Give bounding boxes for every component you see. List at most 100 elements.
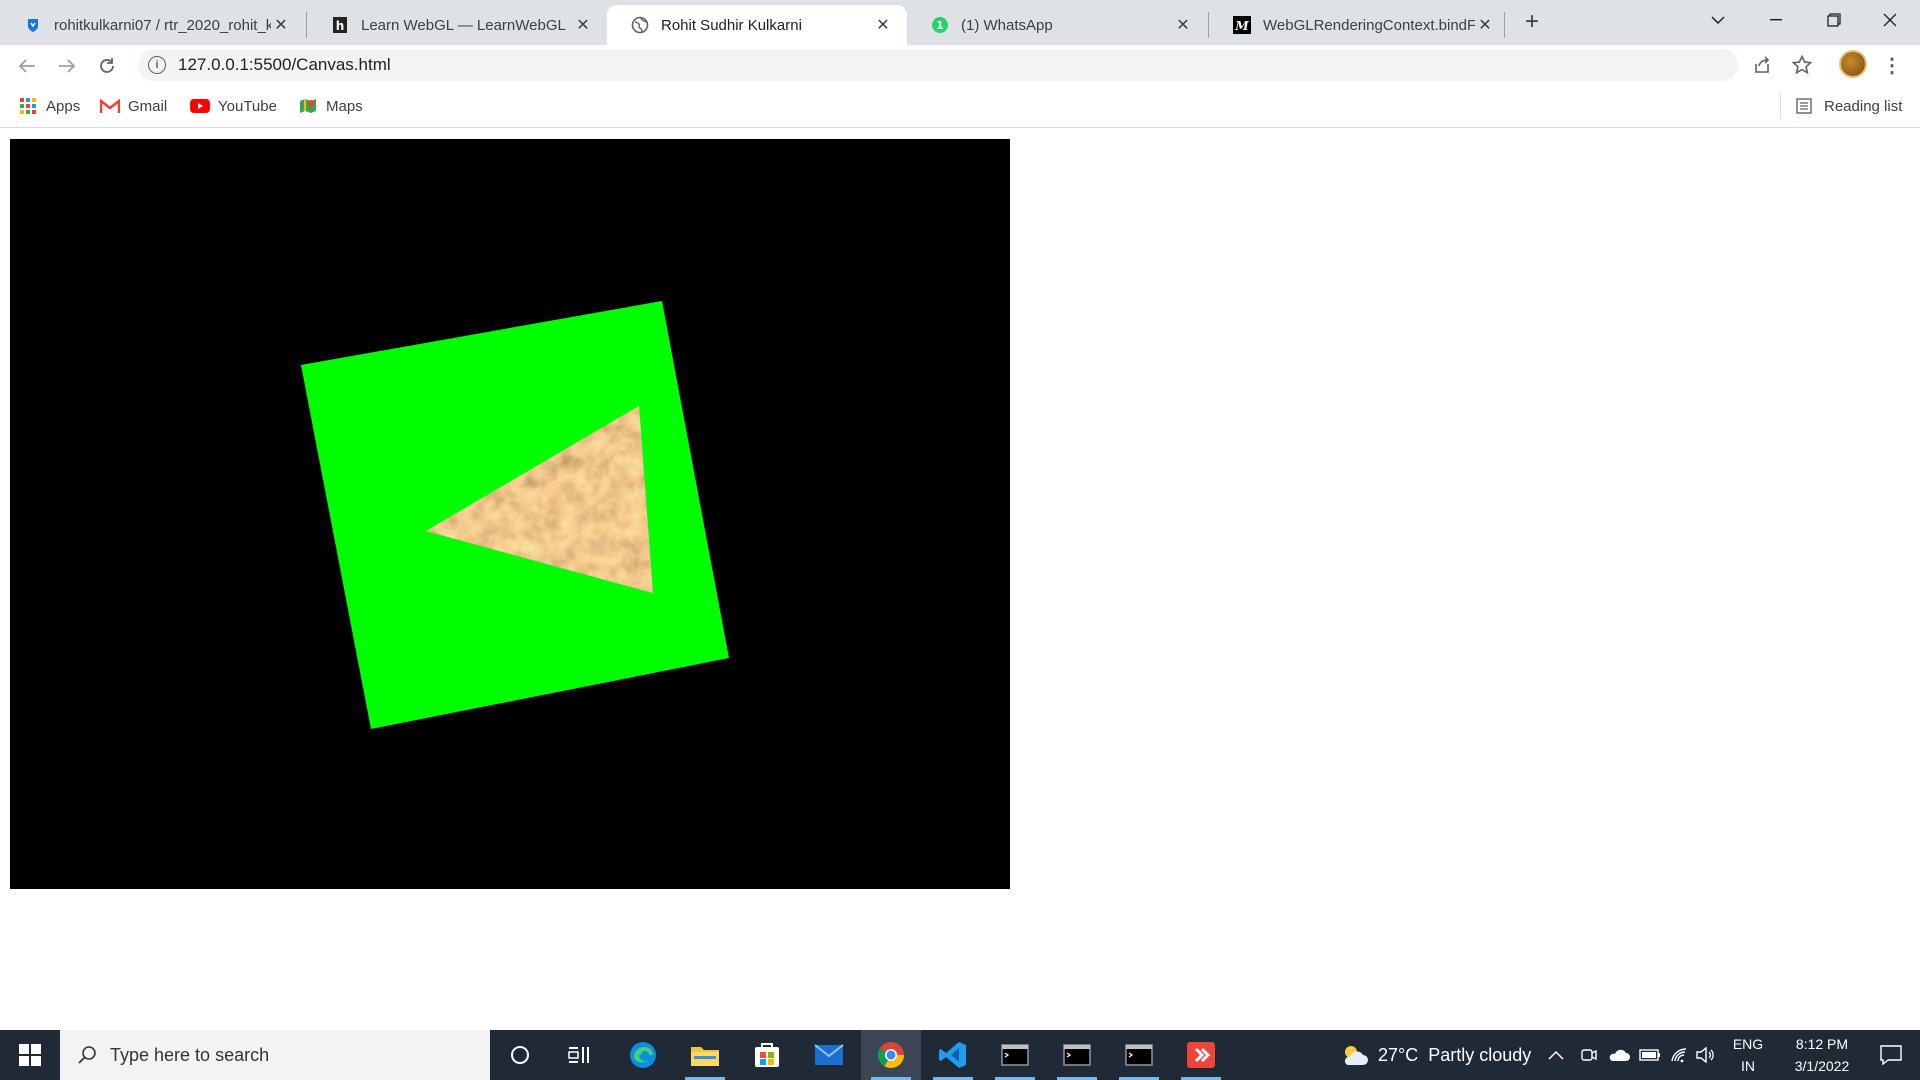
restore-button[interactable] — [1806, 0, 1862, 40]
learnwebgl-icon: h — [331, 16, 349, 34]
tray-onedrive-icon[interactable] — [1608, 1030, 1630, 1080]
webgl-canvas[interactable] — [10, 139, 1010, 889]
canvas-scene — [301, 301, 729, 729]
tab-title: Rohit Sudhir Kulkarni — [661, 16, 802, 34]
svg-text:1: 1 — [936, 19, 944, 32]
tray-battery-icon[interactable] — [1639, 1030, 1661, 1080]
tab-separator — [1504, 12, 1505, 38]
clock[interactable]: 8:12 PM 3/1/2022 — [1772, 1030, 1872, 1080]
address-url[interactable]: 127.0.0.1:5500/Canvas.html — [178, 55, 391, 75]
reading-list-icon — [1794, 96, 1814, 116]
task-view-button[interactable] — [550, 1030, 610, 1080]
taskbar-search-box[interactable]: Type here to search — [60, 1030, 490, 1080]
windows-logo-icon — [19, 1044, 41, 1066]
browser-toolbar: i 127.0.0.1:5500/Canvas.html — [0, 45, 1920, 85]
globe-icon — [631, 16, 649, 34]
close-icon[interactable]: ✕ — [1475, 15, 1495, 35]
close-icon[interactable]: ✕ — [873, 15, 893, 35]
taskbar-edge[interactable] — [613, 1030, 673, 1080]
vscode-icon — [939, 1042, 966, 1068]
search-placeholder: Type here to search — [110, 1044, 270, 1065]
tab-title: Learn WebGL — LearnWebGL — [361, 16, 566, 34]
bookmark-label: Gmail — [128, 97, 168, 115]
cortana-button[interactable] — [490, 1030, 550, 1080]
terminal-icon — [1063, 1044, 1091, 1066]
bookmarks-bar: Apps Gmail YouTube Maps Reading list — [0, 85, 1920, 128]
close-icon[interactable]: ✕ — [573, 15, 593, 35]
store-icon — [755, 1043, 779, 1067]
battery-icon — [1639, 1049, 1660, 1061]
tab-learnwebgl[interactable]: h Learn WebGL — LearnWebGL ✕ — [307, 5, 607, 45]
tab-title: (1) WhatsApp — [961, 16, 1053, 34]
bookmark-gmail[interactable]: Gmail — [100, 95, 167, 117]
language-bottom: IN — [1741, 1058, 1755, 1074]
tab-search-button[interactable] — [1690, 0, 1746, 40]
menu-kebab-icon[interactable]: ⋮ — [1880, 50, 1904, 80]
tray-wifi-icon[interactable] — [1670, 1030, 1688, 1080]
taskbar-mail[interactable] — [799, 1030, 859, 1080]
edge-icon — [630, 1042, 656, 1068]
tab-mdn[interactable]: M WebGLRenderingContext.bindFra ✕ — [1209, 5, 1509, 45]
folder-icon — [691, 1047, 719, 1066]
weather-widget[interactable]: 27°C Partly cloudy — [1340, 1030, 1531, 1080]
profile-avatar[interactable] — [1839, 50, 1867, 78]
language-indicator[interactable]: ENG IN — [1728, 1030, 1768, 1080]
tray-volume-icon[interactable] — [1696, 1030, 1716, 1080]
chrome-icon — [877, 1042, 905, 1069]
svg-text:h: h — [336, 19, 345, 33]
taskbar-terminal-2[interactable] — [1047, 1030, 1107, 1080]
bookmark-youtube[interactable]: YouTube — [190, 95, 277, 117]
tray-meet-icon[interactable] — [1580, 1030, 1598, 1080]
tab-title: WebGLRenderingContext.bindFra — [1263, 16, 1475, 34]
whatsapp-icon: 1 — [931, 16, 949, 34]
tab-whatsapp[interactable]: 1 (1) WhatsApp ✕ — [907, 5, 1207, 45]
taskbar-store[interactable] — [737, 1030, 797, 1080]
reload-button[interactable] — [92, 51, 122, 81]
language-top: ENG — [1732, 1036, 1764, 1052]
address-bar[interactable]: i 127.0.0.1:5500/Canvas.html — [138, 49, 1738, 81]
speaker-icon — [1696, 1047, 1714, 1063]
reading-list-label: Reading list — [1824, 97, 1903, 115]
chevron-up-icon — [1548, 1050, 1564, 1060]
back-button[interactable] — [12, 51, 42, 81]
bookmark-maps[interactable]: Maps — [298, 95, 363, 117]
reading-list-button[interactable]: Reading list — [1794, 95, 1902, 117]
reading-list-separator — [1780, 93, 1781, 119]
taskbar-terminal-3[interactable] — [1109, 1030, 1169, 1080]
bookmark-apps[interactable]: Apps — [18, 95, 80, 117]
page-content — [0, 128, 1920, 1030]
close-icon[interactable]: ✕ — [1173, 15, 1193, 35]
bookmark-label: YouTube — [218, 97, 277, 115]
action-center-button[interactable] — [1866, 1030, 1916, 1080]
site-info-icon[interactable]: i — [148, 56, 166, 74]
webcam-icon — [1581, 1049, 1597, 1061]
taskbar-anydesk[interactable] — [1171, 1030, 1231, 1080]
tab-strip: rohitkulkarni07 / rtr_2020_rohit_k ✕ h L… — [0, 0, 1920, 45]
start-button[interactable] — [0, 1030, 60, 1080]
taskbar-file-explorer[interactable] — [675, 1030, 735, 1080]
tab-title: rohitkulkarni07 / rtr_2020_rohit_k — [54, 16, 271, 34]
new-tab-button[interactable]: + — [1518, 8, 1546, 36]
taskbar-terminal-1[interactable] — [985, 1030, 1045, 1080]
close-window-button[interactable] — [1862, 0, 1918, 40]
tab-rohit-active[interactable]: Rohit Sudhir Kulkarni ✕ — [607, 5, 907, 45]
taskbar-vscode[interactable] — [923, 1030, 983, 1080]
clock-date: 3/1/2022 — [1794, 1058, 1850, 1074]
wifi-icon — [1671, 1048, 1687, 1063]
close-icon[interactable]: ✕ — [271, 15, 291, 35]
share-icon[interactable] — [1748, 51, 1776, 79]
terminal-icon — [1001, 1044, 1029, 1066]
bookmark-star-icon[interactable] — [1788, 51, 1816, 79]
bookmark-label: Apps — [46, 97, 81, 115]
forward-button[interactable] — [52, 51, 82, 81]
cloud-icon — [1609, 1049, 1630, 1061]
bookmark-label: Maps — [326, 97, 363, 115]
search-icon — [76, 1044, 98, 1066]
taskbar-chrome[interactable] — [861, 1030, 921, 1080]
tab-github[interactable]: rohitkulkarni07 / rtr_2020_rohit_k ✕ — [0, 5, 305, 45]
windows-taskbar: Type here to search 27°C Partly cloudy E… — [0, 1030, 1920, 1080]
mail-icon — [814, 1044, 844, 1065]
show-hidden-icons-button[interactable] — [1548, 1030, 1564, 1080]
youtube-icon — [190, 96, 210, 116]
minimize-button[interactable] — [1748, 0, 1804, 40]
